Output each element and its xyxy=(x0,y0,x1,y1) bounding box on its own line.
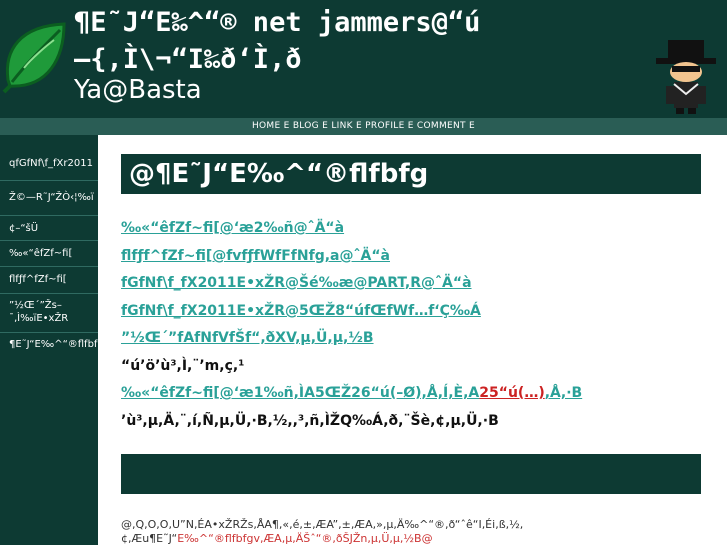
intro-text: @,Q,O,O,U”N,ÉA•xŽRŽs,ÅA¶,«,é,±,ÆA”,±,ÆA,… xyxy=(121,518,721,546)
nav-home[interactable]: HOME xyxy=(252,121,281,131)
news-link[interactable]: fGfNf\f_fX2011E•xŽR@Šé‰æ@PART,R@ˆÄ“à xyxy=(121,274,472,292)
nav-separator: E xyxy=(407,121,414,131)
sidebar-item-okinawa[interactable]: ‰«“êfZf~fi[ xyxy=(0,241,98,267)
site-header: ¶E˜J“E‰^“® net jammers@“ú –{,Ì\¬“I‰ð‘Ì,ð… xyxy=(0,0,727,118)
sidebar-item-union[interactable]: Ž©—R˜J“ŽÒ‹¦‰ï xyxy=(0,181,98,216)
leaf-icon xyxy=(2,22,66,94)
nav-blog[interactable]: BLOG xyxy=(293,121,319,131)
notice-date-highlight[interactable]: 25“ú(…) xyxy=(479,385,544,401)
top-nav: HOME E BLOG E LINK E PROFILE E COMMENT E xyxy=(0,118,727,135)
news-link[interactable]: fGfNf\f_fX2011E•xŽR@5ŒŽ8“úfŒfWf…f‘Ç‰Á xyxy=(121,302,481,320)
nav-separator: E xyxy=(283,121,290,131)
news-link[interactable]: flfƒf^fZf~fi[@fvfƒfWfFfNfg,a@ˆÄ“à xyxy=(121,247,390,265)
notice-heading: “ú’ö’ù³,Ì,¨’m,ç,¹ xyxy=(121,358,245,374)
sidebar-item-ecuadors[interactable]: qfGfNf\f_fXr2011 xyxy=(0,135,98,181)
notice-line: ‰«“êfZf~fi[@‘æ1‰ñ,ÌA5ŒŽ26“ú(–Ø),Å,Í,È,A2… xyxy=(121,384,582,402)
page-title: @¶E˜J“E‰^“®flfbfg xyxy=(121,154,701,194)
nav-separator: E xyxy=(322,121,329,131)
sidebar-item-antinuke[interactable]: ”½Œ´”Žs–¯‚Ì‰ïE•xŽR xyxy=(0,294,98,333)
sidebar-item-3[interactable]: ¢–“šÜ xyxy=(0,216,98,241)
notice-text: ’ù³,µ,Ä,¨,í,Ñ,µ,Ü,·B,½,,³,ñ,ÌŽQ‰Á,ð,¨Šè,… xyxy=(121,413,499,429)
site-subtitle: Ya@Basta xyxy=(74,75,202,105)
nav-comment[interactable]: COMMENT xyxy=(417,121,466,131)
notice-link[interactable]: ‰«“êfZf~fi[@‘æ1‰ñ,ÌA5ŒŽ26“ú(–Ø),Å,Í,È,A xyxy=(121,385,479,401)
nav-link[interactable]: LINK xyxy=(331,121,353,131)
news-link[interactable]: ”½Œ´”fAfNfVfŠf“,ðXV,µ,Ü,µ,½B xyxy=(121,329,374,347)
sidebar: qfGfNf\f_fXr2011 Ž©—R˜J“ŽÒ‹¦‰ï ¢–“šÜ ‰«“… xyxy=(0,135,98,545)
nav-separator: E xyxy=(469,121,476,131)
news-link[interactable]: ‰«“êfZf~fi[@‘æ2‰ñ@ˆÄ“à xyxy=(121,219,344,237)
nav-separator: E xyxy=(356,121,362,131)
content-divider-band xyxy=(121,454,701,494)
nav-profile[interactable]: PROFILE xyxy=(365,121,404,131)
notice-link-end[interactable]: ,Å,·B xyxy=(545,385,582,401)
site-title: ¶E˜J“E‰^“® net jammers@“ú –{,Ì\¬“I‰ð‘Ì,ð xyxy=(74,7,481,75)
sidebar-item-network[interactable]: ¶E˜J“E‰^“®flfbfg xyxy=(0,333,98,375)
sidebar-item-media-seminar[interactable]: flfƒf^fZf~fi[ xyxy=(0,267,98,294)
nav-links: HOME E BLOG E LINK E PROFILE E COMMENT E xyxy=(0,118,727,135)
spy-character-icon xyxy=(656,40,716,114)
intro-text-highlight: E‰^“®flfbfgv,ÆA,µ,ÄŠˆ“®,ðŠJŽn,µ,Ü,µ,½B@ xyxy=(177,532,433,545)
